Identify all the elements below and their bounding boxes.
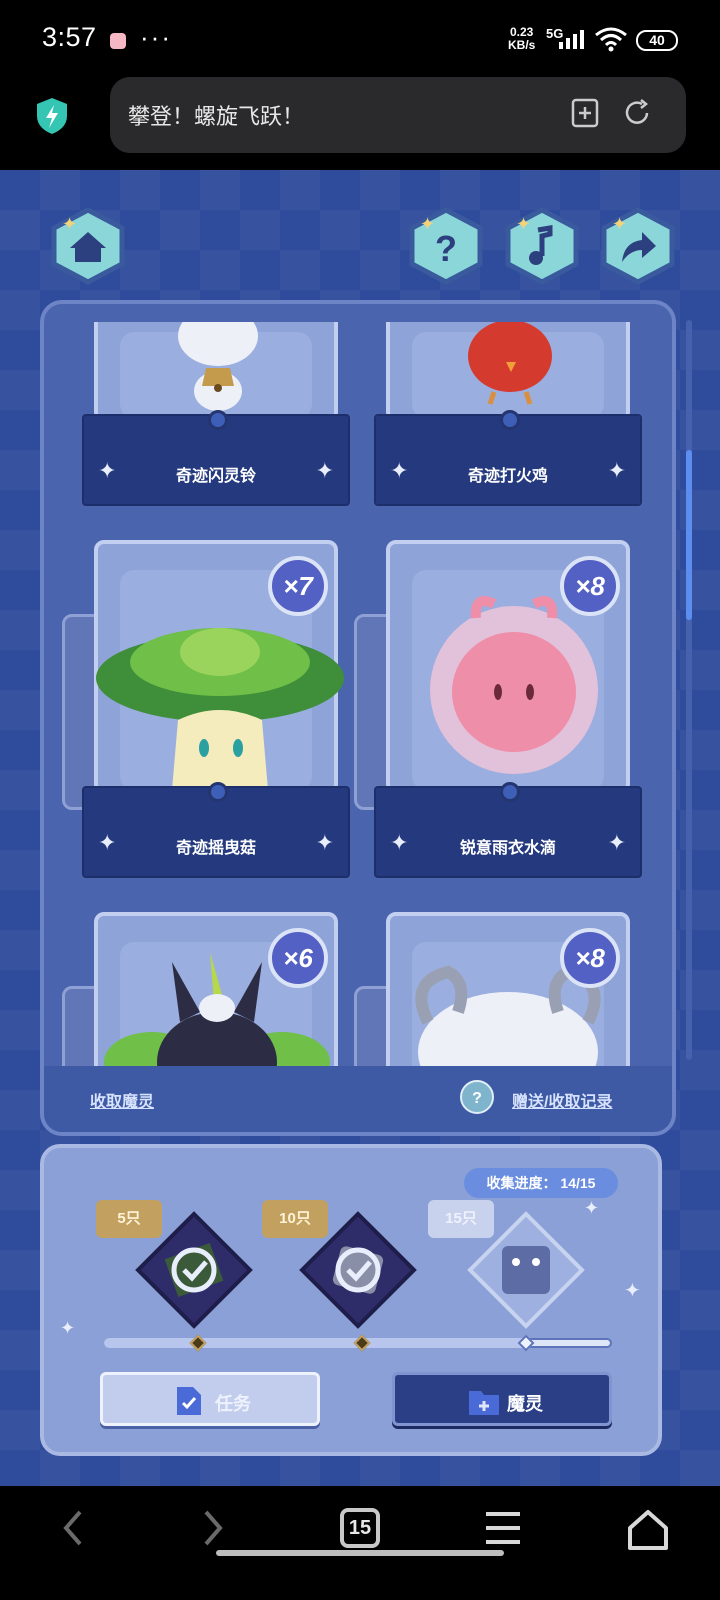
- tabs-button[interactable]: 15: [340, 1508, 380, 1548]
- card-pin: [500, 782, 520, 802]
- fire-chick-illustration: [468, 322, 552, 405]
- card-name: 奇迹摇曳菇: [175, 840, 256, 857]
- card-art: [386, 322, 630, 422]
- forward-icon[interactable]: [198, 1508, 228, 1548]
- receive-spirit-link[interactable]: 收取魔灵: [90, 1088, 154, 1112]
- svg-text:✦: ✦: [516, 214, 531, 234]
- music-icon: ✦: [505, 207, 579, 285]
- progress-track-fill: [104, 1338, 531, 1348]
- tier-tag: 5只: [96, 1200, 162, 1238]
- shield-icon[interactable]: [34, 96, 70, 136]
- tier-tag: 10只: [262, 1200, 328, 1238]
- count-badge: ×7: [268, 556, 328, 616]
- spirit-card[interactable]: ✦ 奇迹闪灵铃 ✦: [82, 322, 350, 508]
- browser-nav-bar: 15: [0, 1486, 720, 1600]
- card-pin: [208, 782, 228, 802]
- count-badge: ×8: [560, 928, 620, 988]
- add-bookmark-icon[interactable]: [570, 97, 600, 129]
- sparkle-icon: ✦: [624, 1280, 641, 1302]
- card-nameplate: ✦ 奇迹打火鸡 ✦: [374, 410, 642, 506]
- card-pin: [208, 410, 228, 430]
- card-nameplate: ✦ 锐意雨衣水滴 ✦: [374, 782, 642, 878]
- svg-text:✦: ✦: [612, 214, 627, 234]
- spirit-card[interactable]: ×6: [62, 912, 350, 1070]
- collection-progress: 收集进度： 14/15: [464, 1168, 618, 1198]
- home-indicator[interactable]: [216, 1550, 504, 1556]
- tier-tag: 15只: [428, 1200, 494, 1238]
- notification-app-icon: [110, 33, 126, 49]
- bell-spirit-illustration: [178, 322, 258, 411]
- clock: 3:57: [42, 22, 97, 52]
- share-button[interactable]: ✦: [598, 206, 678, 286]
- help-button[interactable]: ? ✦: [406, 206, 486, 286]
- card-name: 锐意雨衣水滴: [459, 840, 556, 857]
- share-icon: ✦: [601, 207, 675, 285]
- card-nameplate: ✦ 奇迹闪灵铃 ✦: [82, 410, 350, 506]
- folder-icon: [469, 1391, 499, 1415]
- card-grid[interactable]: ✦ 奇迹闪灵铃 ✦ ✦ 奇迹打火鸡 ✦ ×7 ✦ 奇迹摇曳菇 ✦ ×8 ✦ 锐意…: [44, 322, 672, 1070]
- sparkle-icon: ✦: [60, 1318, 76, 1338]
- spirit-card[interactable]: ✦ 奇迹打火鸡 ✦: [374, 322, 642, 508]
- refresh-icon[interactable]: [622, 97, 652, 129]
- page-title: 攀登！螺旋飞跃！: [128, 104, 305, 129]
- sparkle-icon: ✦: [584, 1198, 600, 1218]
- task-button[interactable]: 任务: [100, 1372, 320, 1426]
- card-nameplate: ✦ 奇迹摇曳菇 ✦: [82, 782, 350, 878]
- network-speed: 0.23 KB/s: [508, 26, 535, 52]
- address-bar[interactable]: 攀登！螺旋飞跃！: [110, 77, 686, 153]
- signal-icon: [559, 30, 584, 49]
- spirit-card[interactable]: ×8: [354, 912, 642, 1070]
- spirit-card[interactable]: ×7 ✦ 奇迹摇曳菇 ✦: [62, 540, 350, 880]
- spirit-button-label: 魔灵: [507, 1394, 543, 1414]
- home-icon[interactable]: [626, 1508, 670, 1552]
- count-badge: ×8: [560, 556, 620, 616]
- sparkle-icon: ✦: [607, 458, 626, 483]
- back-icon[interactable]: [58, 1508, 88, 1548]
- network-speed-unit: KB/s: [508, 38, 536, 52]
- spirit-card[interactable]: ×8 ✦ 锐意雨衣水滴 ✦: [354, 540, 642, 880]
- card-name: 奇迹闪灵铃: [175, 468, 256, 485]
- status-bar: 3:57 ··· 0.23 KB/s 5G 40: [0, 0, 720, 76]
- card-name: 奇迹打火鸡: [467, 468, 548, 485]
- rewards-panel: 收集进度： 14/15 5只 10只 15只 ✦ ✦ ✦ 任务 魔灵: [40, 1144, 662, 1456]
- count-badge: ×6: [268, 928, 328, 988]
- progress-value: 14/15: [560, 1175, 596, 1191]
- sparkle-icon: ✦: [315, 830, 334, 855]
- svg-text:✦: ✦: [420, 214, 435, 234]
- progress-label: 收集进度：: [486, 1175, 557, 1191]
- more-notifications-icon: ···: [140, 22, 172, 52]
- task-icon: [177, 1387, 201, 1415]
- home-icon: ✦: [51, 207, 125, 285]
- card-art: [94, 322, 338, 422]
- task-button-label: 任务: [215, 1394, 251, 1414]
- collection-footer: 收取魔灵 ? 赠送/收取记录: [44, 1066, 672, 1132]
- help-icon: ? ✦: [409, 207, 483, 285]
- help-icon[interactable]: ?: [460, 1080, 494, 1114]
- music-button[interactable]: ✦: [502, 206, 582, 286]
- menu-icon[interactable]: [484, 1508, 522, 1548]
- home-button[interactable]: ✦: [48, 206, 128, 286]
- collection-panel: ✦ 奇迹闪灵铃 ✦ ✦ 奇迹打火鸡 ✦ ×7 ✦ 奇迹摇曳菇 ✦ ×8 ✦ 锐意…: [40, 300, 676, 1136]
- card-pin: [500, 410, 520, 430]
- gift-records-link[interactable]: 赠送/收取记录: [512, 1088, 612, 1112]
- mushroom-spirit-illustration: [96, 628, 344, 790]
- scrollbar-track[interactable]: [686, 320, 692, 1060]
- battery-indicator: 40: [636, 30, 678, 51]
- browser-header: 攀登！螺旋飞跃！: [0, 76, 720, 170]
- spirit-button[interactable]: 魔灵: [392, 1372, 612, 1426]
- sparkle-icon: ✦: [607, 830, 626, 855]
- wifi-icon: [595, 27, 627, 52]
- svg-text:?: ?: [435, 228, 457, 269]
- scrollbar-thumb[interactable]: [686, 450, 692, 620]
- screen: 3:57 ··· 0.23 KB/s 5G 40 攀登！螺旋飞跃！ ✦ ? ✦ …: [0, 0, 720, 1600]
- svg-text:✦: ✦: [62, 214, 77, 234]
- sparkle-icon: ✦: [315, 458, 334, 483]
